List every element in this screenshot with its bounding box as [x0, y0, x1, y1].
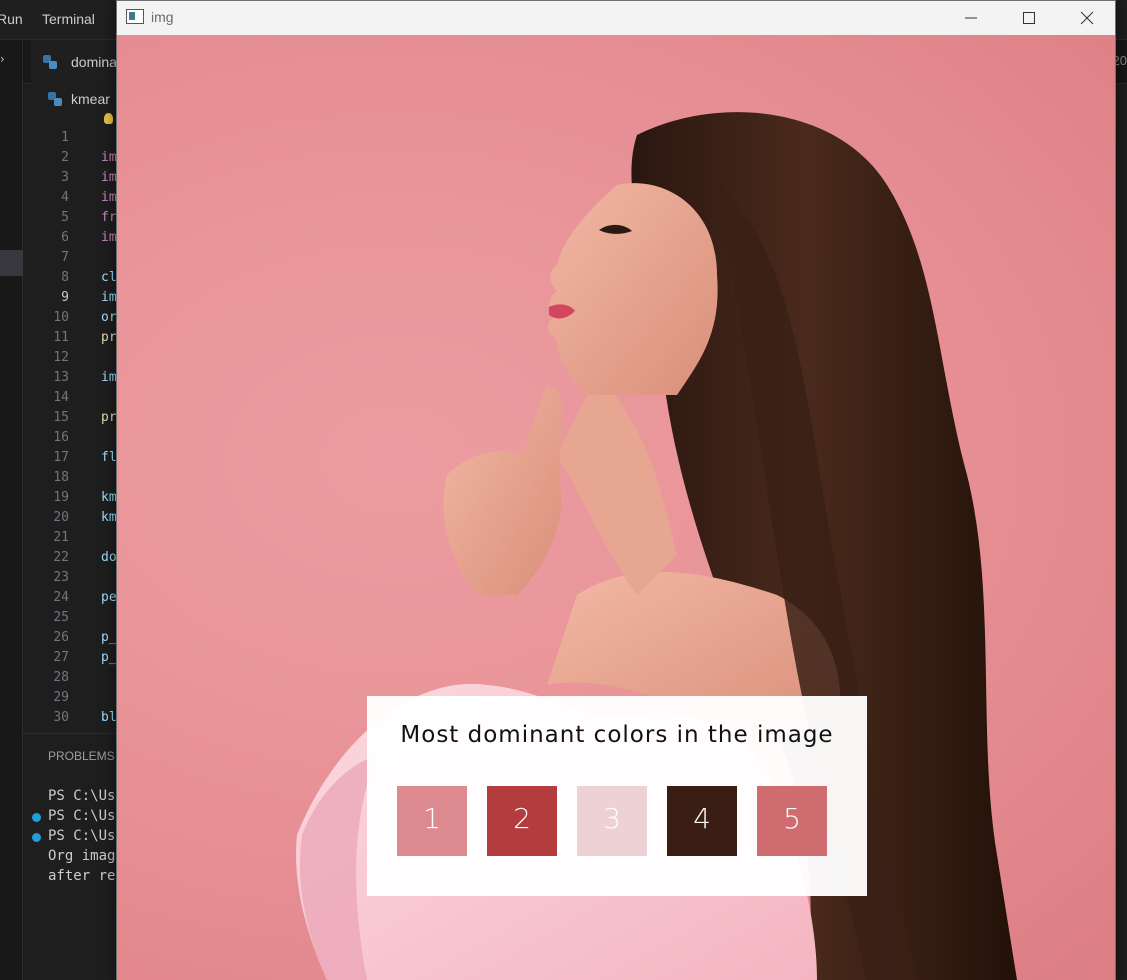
line-number: 20	[53, 510, 69, 525]
image-window: img Most dominant colors in the image 1 …	[116, 0, 1116, 980]
tab-problems[interactable]: PROBLEMS	[48, 749, 115, 763]
line-number: 27	[53, 650, 69, 665]
color-swatch-label: 1	[423, 802, 441, 835]
code-line: im	[101, 150, 117, 165]
line-number: 8	[61, 270, 69, 285]
lightbulb-icon[interactable]	[104, 113, 113, 124]
line-number: 24	[53, 590, 69, 605]
line-number: 25	[53, 610, 69, 625]
line-number: 19	[53, 490, 69, 505]
line-number: 28	[53, 670, 69, 685]
code-line: cl	[101, 270, 117, 285]
line-number: 22	[53, 550, 69, 565]
terminal-line: PS C:\Us	[48, 808, 116, 824]
activity-selected-item[interactable]	[0, 250, 23, 276]
image-canvas: Most dominant colors in the image 1 2 3 4 5	[117, 35, 1115, 980]
code-line: do	[101, 550, 117, 565]
line-number: 6	[61, 230, 69, 245]
color-swatch-label: 4	[693, 802, 711, 835]
code-line: im	[101, 230, 117, 245]
line-number: 2	[61, 150, 69, 165]
activity-bar: ›	[0, 40, 23, 980]
line-number: 1	[61, 130, 69, 145]
line-number: 4	[61, 190, 69, 205]
maximize-button[interactable]	[999, 1, 1057, 35]
code-line: p_	[101, 650, 117, 665]
maximize-icon	[1023, 12, 1035, 24]
line-number: 10	[53, 310, 69, 325]
terminal-line: PS C:\Us	[48, 828, 116, 844]
editor-tab-label: domina	[71, 54, 117, 70]
color-swatch-label: 5	[783, 802, 801, 835]
code-line: im	[101, 370, 117, 385]
python-file-icon	[43, 55, 57, 69]
close-icon	[1080, 11, 1094, 25]
color-swatch: 3	[577, 786, 647, 856]
line-number: 3	[61, 170, 69, 185]
dominant-colors-panel: Most dominant colors in the image 1 2 3 4 5	[367, 696, 867, 896]
code-line: pr	[101, 330, 117, 345]
line-number: 29	[53, 690, 69, 705]
line-number: 16	[53, 430, 69, 445]
line-number: 5	[61, 210, 69, 225]
chevron-right-icon[interactable]: ›	[0, 52, 5, 66]
color-swatch: 2	[487, 786, 557, 856]
code-line: km	[101, 510, 117, 525]
line-number: 13	[53, 370, 69, 385]
terminal-line: PS C:\Us	[48, 788, 116, 804]
line-number: 30	[53, 710, 69, 725]
app-window-icon	[126, 9, 144, 24]
line-number: 18	[53, 470, 69, 485]
close-button[interactable]	[1057, 1, 1115, 35]
line-number: 7	[61, 250, 69, 265]
terminal-line: after re	[48, 868, 116, 884]
color-swatch: 5	[757, 786, 827, 856]
terminal-status-dot-icon	[32, 833, 41, 842]
line-number: 21	[53, 530, 69, 545]
window-titlebar[interactable]: img	[117, 1, 1115, 35]
python-file-icon	[48, 92, 62, 106]
line-number: 15	[53, 410, 69, 425]
panel-divider	[23, 733, 123, 734]
code-line: or	[101, 310, 117, 325]
line-number: 17	[53, 450, 69, 465]
color-swatch-label: 3	[603, 802, 621, 835]
color-swatch: 4	[667, 786, 737, 856]
terminal-status-dot-icon	[32, 813, 41, 822]
code-line: km	[101, 490, 117, 505]
line-number: 9	[61, 290, 69, 305]
code-line: im	[101, 190, 117, 205]
color-swatch: 1	[397, 786, 467, 856]
dominant-colors-title: Most dominant colors in the image	[400, 722, 834, 748]
minimize-icon	[965, 17, 977, 19]
breadcrumb-file[interactable]: kmear	[71, 91, 110, 107]
line-number: 11	[53, 330, 69, 345]
menu-item-terminal[interactable]: Terminal	[42, 11, 95, 27]
code-line: im	[101, 170, 117, 185]
line-number: 14	[53, 390, 69, 405]
line-number: 26	[53, 630, 69, 645]
code-line: pe	[101, 590, 117, 605]
code-line: fl	[101, 450, 117, 465]
window-title: img	[151, 9, 174, 25]
code-line: im	[101, 290, 117, 305]
line-number: 23	[53, 570, 69, 585]
code-line: bl	[101, 710, 117, 725]
menu-item-run[interactable]: Run	[0, 11, 23, 27]
minimize-button[interactable]	[941, 1, 999, 35]
code-line: fr	[101, 210, 117, 225]
code-line: p_	[101, 630, 117, 645]
color-swatch-label: 2	[513, 802, 531, 835]
terminal-line: Org imag	[48, 848, 116, 864]
line-number: 12	[53, 350, 69, 365]
code-line: pr	[101, 410, 117, 425]
